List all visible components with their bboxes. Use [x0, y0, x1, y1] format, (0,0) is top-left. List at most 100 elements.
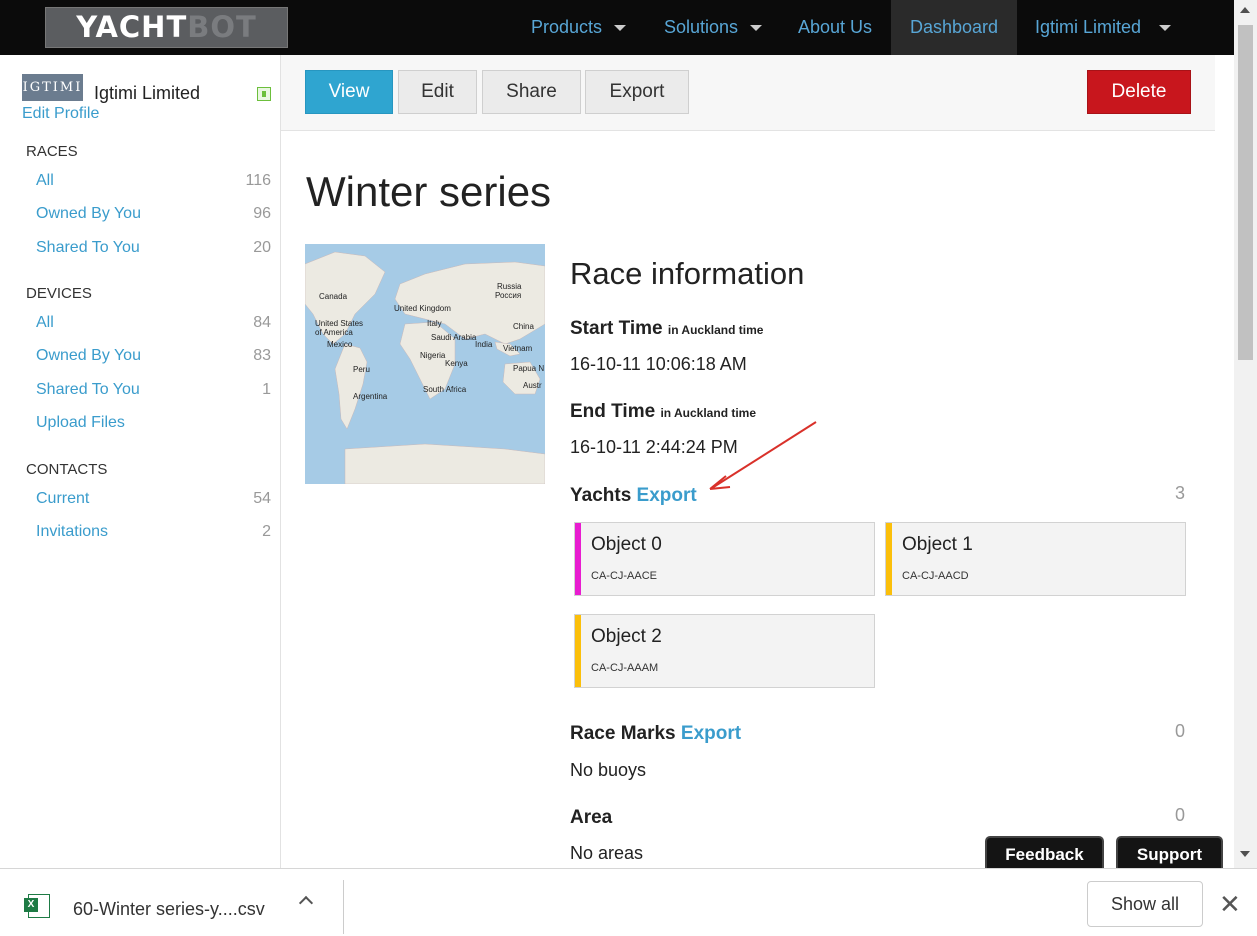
yacht-color-bar: [886, 523, 892, 595]
yacht-color-bar: [575, 615, 581, 687]
map-label: India: [475, 340, 493, 349]
race-map[interactable]: Canada Russia Россия United Kingdom Unit…: [305, 244, 545, 484]
nav-products-label: Products: [531, 17, 603, 37]
support-button[interactable]: Support: [1116, 836, 1223, 868]
excel-file-icon: [24, 894, 50, 918]
nav-dashboard-label: Dashboard: [909, 17, 999, 37]
nav-about[interactable]: About Us: [798, 0, 872, 55]
yacht-color-bar: [575, 523, 581, 595]
yacht-card[interactable]: Object 0 CA-CJ-AACE: [574, 522, 875, 596]
show-all-button[interactable]: Show all: [1087, 881, 1203, 927]
sidebar-item-count: 96: [253, 205, 271, 222]
sidebar-item-upload-files[interactable]: Upload Files: [36, 414, 271, 432]
close-icon[interactable]: ✕: [1219, 891, 1241, 917]
share-button[interactable]: Share: [482, 70, 581, 114]
sidebar-item-devices-owned[interactable]: Owned By You 83: [36, 347, 271, 365]
yacht-card[interactable]: Object 2 CA-CJ-AAAM: [574, 614, 875, 688]
yachtbot-logo[interactable]: YACHTBOT: [45, 7, 288, 48]
map-label: Russia: [497, 282, 522, 291]
sidebar-item-count: 2: [262, 523, 271, 540]
sidebar-item-label: All: [36, 314, 54, 331]
map-label: Austr: [523, 381, 542, 390]
chevron-down-icon: [1159, 24, 1172, 31]
sidebar-item-devices-shared[interactable]: Shared To You 1: [36, 381, 271, 399]
nav-solutions[interactable]: Solutions: [664, 0, 763, 55]
scrollbar-thumb[interactable]: [1238, 25, 1253, 360]
download-bar: 60-Winter series-y....csv Show all ✕: [0, 868, 1257, 936]
yacht-name: Object 1: [902, 534, 973, 555]
yachts-export-link[interactable]: Export: [637, 485, 697, 506]
sidebar-item-label: Upload Files: [36, 414, 125, 431]
nav-solutions-label: Solutions: [664, 17, 739, 37]
start-time-label: Start Time in Auckland time: [570, 318, 763, 340]
annotation-arrow: [709, 421, 817, 490]
map-label: Saudi Arabia: [431, 333, 477, 342]
sidebar-item-contacts-current[interactable]: Current 54: [36, 490, 271, 508]
end-time-label-text: End Time: [570, 401, 656, 422]
map-label: Argentina: [353, 392, 388, 401]
scroll-up-icon[interactable]: [1240, 7, 1250, 13]
map-label: Peru: [353, 365, 370, 374]
yachts-count: 3: [1174, 483, 1185, 503]
chevron-up-icon[interactable]: [298, 895, 314, 911]
nav-products[interactable]: Products: [531, 0, 627, 55]
yacht-name: Object 2: [591, 626, 662, 647]
yacht-serial: CA-CJ-AAAM: [591, 662, 659, 674]
area-count: 0: [1174, 805, 1185, 825]
sidebar-item-label: Current: [36, 490, 90, 507]
sidebar-item-label: All: [36, 172, 54, 189]
nav-dashboard[interactable]: Dashboard: [891, 0, 1017, 55]
sidebar-item-label: Shared To You: [36, 381, 140, 398]
view-button[interactable]: View: [305, 70, 393, 114]
race-info-heading: Race information: [570, 256, 805, 291]
yacht-card[interactable]: Object 1 CA-CJ-AACD: [885, 522, 1186, 596]
sidebar-item-devices-all[interactable]: All 84: [36, 314, 271, 332]
sidebar-item-races-all[interactable]: All 116: [36, 172, 271, 190]
sidebar-item-contacts-invitations[interactable]: Invitations 2: [36, 523, 271, 541]
race-marks-heading: Race Marks Export: [570, 723, 741, 745]
sidebar-item-label: Shared To You: [36, 239, 140, 256]
lock-icon[interactable]: [257, 87, 271, 101]
map-label: Papua N: [513, 364, 545, 373]
page-scrollbar[interactable]: [1234, 0, 1257, 868]
start-time-label-text: Start Time: [570, 318, 663, 339]
sidebar-item-label: Invitations: [36, 523, 109, 540]
sidebar-item-count: 83: [253, 347, 271, 364]
sidebar-item-races-owned[interactable]: Owned By You 96: [36, 205, 271, 223]
map-label: Mexico: [327, 340, 353, 349]
feedback-button[interactable]: Feedback: [985, 836, 1104, 868]
map-label: Vietnam: [503, 344, 533, 353]
sidebar-item-count: 84: [253, 314, 271, 331]
nav-account[interactable]: Igtimi Limited: [1035, 0, 1172, 55]
logo-text-yacht: YACHT: [76, 10, 188, 44]
yachts-label: Yachts: [570, 485, 632, 506]
contacts-heading: CONTACTS: [26, 461, 108, 478]
sidebar-item-count: 54: [253, 490, 271, 507]
yachts-heading: Yachts Export: [570, 485, 697, 507]
map-label: Россия: [495, 291, 522, 300]
map-label: China: [513, 322, 534, 331]
logo-text-bot: BOT: [187, 10, 257, 44]
delete-button[interactable]: Delete: [1087, 70, 1191, 114]
area-value: No areas: [570, 843, 644, 863]
edit-profile-link[interactable]: Edit Profile: [22, 105, 99, 123]
export-button[interactable]: Export: [585, 70, 689, 114]
map-label: South Africa: [423, 385, 467, 394]
sidebar-item-label: Owned By You: [36, 205, 141, 222]
map-label: Kenya: [445, 359, 468, 368]
race-marks-value: No buoys: [570, 760, 647, 780]
chevron-down-icon: [750, 24, 763, 31]
race-marks-export-link[interactable]: Export: [681, 723, 741, 744]
scroll-down-icon[interactable]: [1240, 851, 1250, 857]
map-label: United Kingdom: [394, 304, 451, 313]
area-heading: Area: [570, 807, 612, 829]
race-marks-label: Race Marks: [570, 723, 676, 744]
devices-heading: DEVICES: [26, 285, 92, 302]
edit-button[interactable]: Edit: [398, 70, 477, 114]
yacht-name: Object 0: [591, 534, 662, 555]
races-heading: RACES: [26, 143, 78, 160]
sidebar-item-races-shared[interactable]: Shared To You 20: [36, 239, 271, 257]
start-time-timezone: in Auckland time: [667, 323, 764, 337]
sidebar-item-count: 116: [245, 172, 271, 189]
download-filename[interactable]: 60-Winter series-y....csv: [73, 899, 265, 920]
